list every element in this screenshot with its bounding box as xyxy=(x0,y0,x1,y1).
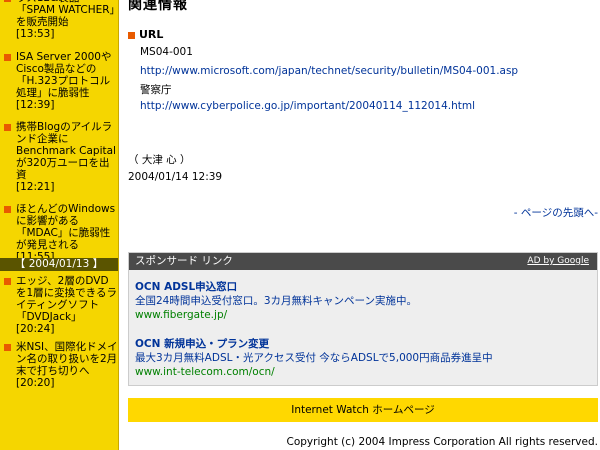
ad-ocn-adsl[interactable]: OCN ADSL申込窓口 全国24時間申込受付窓口。3カ月無料キャンペーン実施中… xyxy=(135,280,417,322)
link-police-url[interactable]: http://www.cyberpolice.go.jp/important/2… xyxy=(140,100,475,112)
news-item-spamwatcher[interactable]: ラス12&製品「SPAM WATCHER」を販売開始 [13:53] xyxy=(1,0,118,40)
home-page-link[interactable]: Internet Watch ホームページ xyxy=(128,398,598,422)
sidebar: ラス12&製品「SPAM WATCHER」を販売開始 [13:53] ISA S… xyxy=(0,0,118,450)
bullet-icon xyxy=(4,206,11,213)
news-item-mdac[interactable]: ほとんどのWindowsに影響がある「MDAC」に脆弱性が発見される [11:5… xyxy=(1,203,118,263)
sidebar-divider xyxy=(118,0,119,450)
bullet-icon xyxy=(4,124,11,131)
news-item-nsi[interactable]: 米NSI、国際化ドメイン名の取り扱いを2月末で打ち切りへ [20:20] xyxy=(1,341,118,389)
news-item-blog[interactable]: 携帯Blogのアイルランド企業にBenchmark Capitalが320万ユー… xyxy=(1,121,118,193)
news-item-h323[interactable]: ISA Server 2000やCisco製品などの「H.323プロトコル処理」… xyxy=(1,51,118,111)
ad-by-google-link[interactable]: AD by Google xyxy=(527,253,589,270)
main-content: 関連情報 URL MS04-001 http://www.microsoft.c… xyxy=(128,0,600,450)
news-list-0114: ラス12&製品「SPAM WATCHER」を販売開始 [13:53] ISA S… xyxy=(0,0,118,263)
bullet-icon xyxy=(4,54,11,61)
url-heading: URL xyxy=(128,28,163,41)
sponsored-links-header: スポンサード リンク AD by Google xyxy=(129,253,597,270)
news-item-dvdjack[interactable]: エッジ、2層のDVDを1層に変換できるライティングソフト「DVDJack」 [2… xyxy=(1,275,118,335)
link-label-ms04: MS04-001 xyxy=(140,46,193,58)
section-title: 関連情報 xyxy=(128,0,188,13)
page-top-link[interactable]: - ページの先頭へ- xyxy=(514,205,598,220)
copyright: Copyright (c) 2004 Impress Corporation A… xyxy=(286,436,599,448)
bullet-icon xyxy=(128,31,135,39)
link-ms04-url[interactable]: http://www.microsoft.com/japan/technet/s… xyxy=(140,65,518,77)
author: （ 大津 心 ） xyxy=(128,154,191,166)
bullet-icon xyxy=(4,278,11,285)
date-header: 【 2004/01/13 】 xyxy=(0,258,118,271)
link-label-police: 警察庁 xyxy=(140,84,172,96)
sponsored-links-box: スポンサード リンク AD by Google OCN ADSL申込窓口 全国2… xyxy=(128,252,598,386)
bullet-icon xyxy=(4,0,11,2)
bullet-icon xyxy=(4,344,11,351)
posted-date: 2004/01/14 12:39 xyxy=(128,171,223,183)
ad-ocn-plan[interactable]: OCN 新規申込・プラン変更 最大3カ月無料ADSL・光アクセス受付 今ならAD… xyxy=(135,337,493,379)
news-list-0113: エッジ、2層のDVDを1層に変換できるライティングソフト「DVDJack」 [2… xyxy=(0,275,118,389)
